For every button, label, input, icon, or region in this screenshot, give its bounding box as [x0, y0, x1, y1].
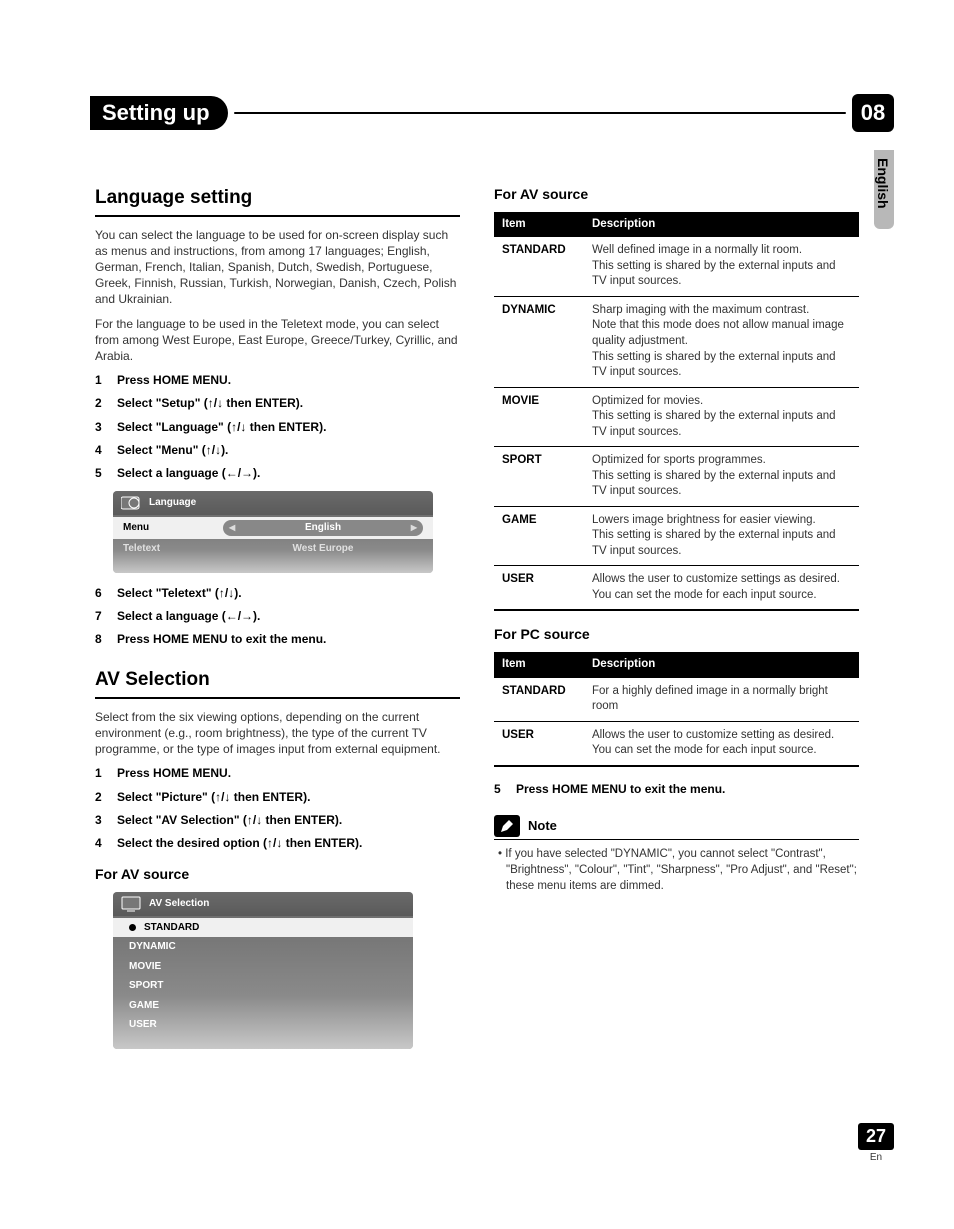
osd-av-selection-menu: AV Selection STANDARD DYNAMIC MOVIE SPOR…	[113, 892, 413, 1049]
note-header: Note	[494, 815, 859, 840]
osd-language-title: Language	[149, 496, 196, 510]
step-6: Select "Teletext" (↑/↓).	[95, 585, 460, 601]
osd-menu-value-pill: ◀ English ▶	[223, 520, 423, 536]
av-step-3: Select "AV Selection" (↑/↓ then ENTER).	[95, 812, 460, 828]
osd-av-body: STANDARD DYNAMIC MOVIE SPORT GAME USER	[113, 916, 413, 1049]
osd-item-label: STANDARD	[144, 921, 199, 935]
triangle-right-icon: ▶	[411, 523, 417, 534]
screen-icon	[121, 896, 141, 912]
chapter-title: Setting up	[90, 96, 228, 130]
osd-language-body: Menu ◀ English ▶ Teletext West Europe	[113, 515, 433, 573]
osd-menu-value: English	[305, 521, 341, 535]
left-column: Language setting You can select the lang…	[95, 185, 460, 1061]
content-area: Language setting You can select the lang…	[95, 185, 859, 1061]
right-column: For AV source Item Description STANDARDW…	[494, 185, 859, 1061]
table-row: STANDARDFor a highly defined image in a …	[494, 678, 859, 722]
osd-item-sport: SPORT	[113, 976, 413, 996]
step-2: Select "Setup" (↑/↓ then ENTER).	[95, 395, 460, 411]
bullet-icon	[129, 924, 136, 931]
language-tab: English	[874, 150, 894, 229]
osd-language-header: Language	[113, 491, 433, 515]
th-item: Item	[494, 652, 584, 678]
sub-for-av-source-right: For AV source	[494, 185, 859, 204]
table-row: MOVIEOptimized for movies. This setting …	[494, 387, 859, 447]
step-4: Select "Menu" (↑/↓).	[95, 442, 460, 458]
osd-menu-label: Menu	[123, 521, 213, 535]
th-item: Item	[494, 212, 584, 238]
sub-for-av-source-left: For AV source	[95, 865, 460, 884]
osd-item-game: GAME	[113, 996, 413, 1016]
table-av-source: Item Description STANDARDWell defined im…	[494, 212, 859, 611]
lang-steps-1: Press HOME MENU. Select "Setup" (↑/↓ the…	[95, 372, 460, 481]
lang-para-1: You can select the language to be used f…	[95, 227, 460, 308]
osd-av-header: AV Selection	[113, 892, 413, 916]
lang-para-2: For the language to be used in the Telet…	[95, 316, 460, 365]
right-step-5: Press HOME MENU to exit the menu.	[494, 781, 859, 797]
chapter-divider	[234, 112, 846, 114]
osd-item-movie: MOVIE	[113, 957, 413, 977]
table-pc-source: Item Description STANDARDFor a highly de…	[494, 652, 859, 767]
step-5: Select a language (←/→).	[95, 465, 460, 481]
note-text: • If you have selected "DYNAMIC", you ca…	[494, 846, 859, 894]
step-8: Press HOME MENU to exit the menu.	[95, 631, 460, 647]
step-7: Select a language (←/→).	[95, 608, 460, 624]
table-row: USERAllows the user to customize setting…	[494, 721, 859, 766]
osd-row-menu: Menu ◀ English ▶	[113, 517, 433, 539]
av-step-4: Select the desired option (↑/↓ then ENTE…	[95, 835, 460, 851]
av-table-body: STANDARDWell defined image in a normally…	[494, 237, 859, 610]
chapter-bar: Setting up 08	[90, 95, 894, 131]
table-row: DYNAMICSharp imaging with the maximum co…	[494, 296, 859, 387]
table-row: STANDARDWell defined image in a normally…	[494, 237, 859, 296]
pc-table-body: STANDARDFor a highly defined image in a …	[494, 678, 859, 766]
osd-item-dynamic: DYNAMIC	[113, 937, 413, 957]
step-5-right: Press HOME MENU to exit the menu.	[494, 781, 859, 797]
th-desc: Description	[584, 652, 859, 678]
triangle-left-icon: ◀	[229, 523, 235, 534]
table-row: USERAllows the user to customize setting…	[494, 566, 859, 611]
page-number-box: 27	[858, 1123, 894, 1150]
th-desc: Description	[584, 212, 859, 238]
page-lang: En	[858, 1152, 894, 1163]
pencil-icon	[494, 815, 520, 837]
lang-steps-2: Select "Teletext" (↑/↓). Select a langua…	[95, 585, 460, 648]
table-row: GAMELowers image brightness for easier v…	[494, 506, 859, 566]
step-3: Select "Language" (↑/↓ then ENTER).	[95, 419, 460, 435]
osd-av-title: AV Selection	[149, 897, 209, 911]
av-step-2: Select "Picture" (↑/↓ then ENTER).	[95, 789, 460, 805]
osd-item-standard: STANDARD	[113, 918, 413, 938]
heading-av-selection: AV Selection	[95, 667, 460, 699]
osd-language-menu: Language Menu ◀ English ▶ Teletext West …	[113, 491, 433, 573]
av-steps: Press HOME MENU. Select "Picture" (↑/↓ t…	[95, 765, 460, 851]
osd-teletext-value: West Europe	[223, 542, 423, 556]
av-step-1: Press HOME MENU.	[95, 765, 460, 781]
globe-icon	[121, 495, 141, 511]
osd-row-teletext: Teletext West Europe	[113, 539, 433, 559]
chapter-number: 08	[852, 94, 894, 132]
av-intro: Select from the six viewing options, dep…	[95, 709, 460, 758]
table-row: SPORTOptimized for sports programmes. Th…	[494, 447, 859, 507]
page-number: 27 En	[858, 1123, 894, 1163]
step-1: Press HOME MENU.	[95, 372, 460, 388]
note-label: Note	[528, 817, 557, 835]
osd-item-user: USER	[113, 1015, 413, 1035]
sub-for-pc-source: For PC source	[494, 625, 859, 644]
heading-language-setting: Language setting	[95, 185, 460, 217]
osd-teletext-label: Teletext	[123, 542, 213, 556]
